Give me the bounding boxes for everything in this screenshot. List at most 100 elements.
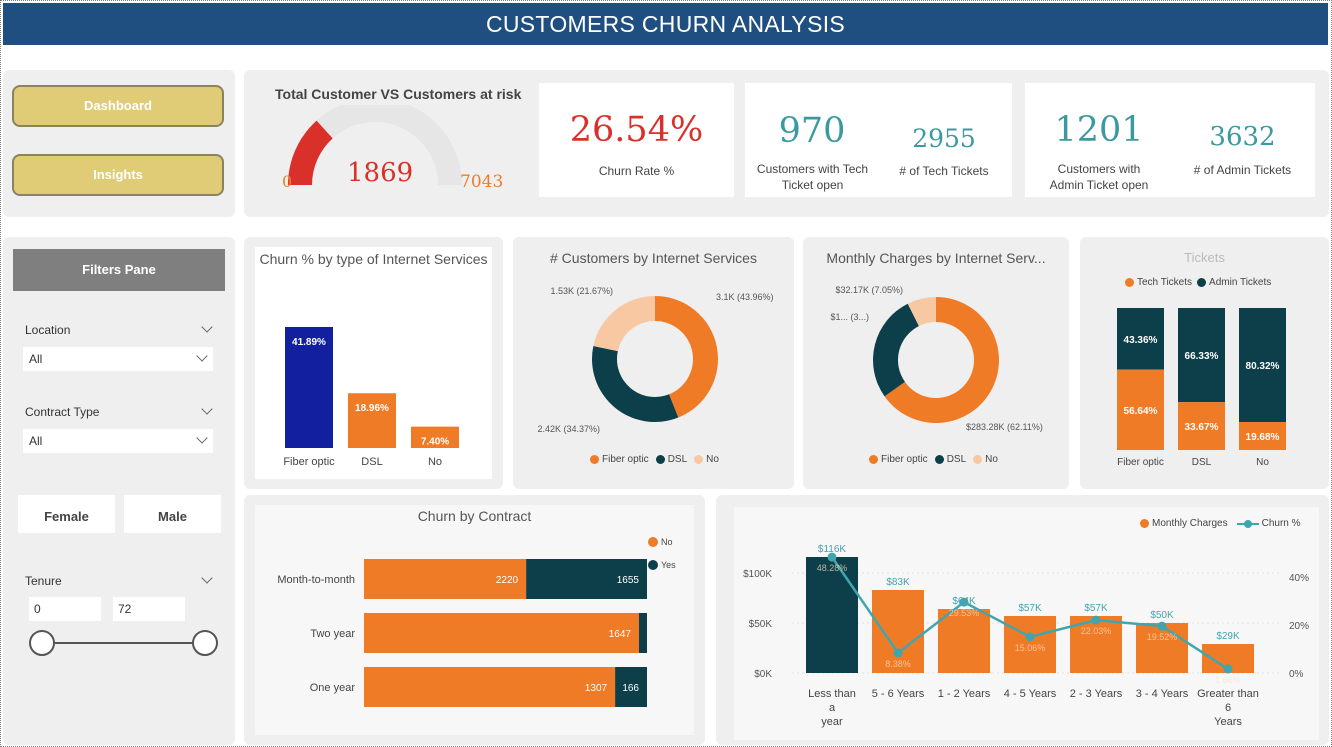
legend-fiber: Fiber optic — [602, 454, 649, 465]
legend-yes: Yes — [661, 560, 676, 570]
churn-point-0 — [827, 552, 837, 562]
tech-label-0: 56.64% — [1124, 406, 1158, 417]
admin-tickets-label: # of Admin Tickets — [1193, 163, 1292, 177]
bar-label-1: 18.96% — [355, 403, 389, 414]
charges-label-3: $57K — [1018, 603, 1042, 614]
admin-label-0: 43.36% — [1124, 335, 1158, 346]
churn-point-6 — [1223, 664, 1233, 674]
gauge-value: 1869 — [347, 158, 414, 188]
churn-internet-chart: 41.89% Fiber optic 18.96% DSL 7.40% No — [283, 326, 459, 468]
category-label-3-0: 4 - 5 Years — [1004, 688, 1057, 700]
insights-button[interactable]: Insights — [12, 154, 224, 196]
chevron-down-icon — [196, 432, 208, 444]
churn-label-3: 15.06% — [1015, 643, 1046, 653]
legend-churn: Churn % — [1261, 518, 1301, 529]
churn-label-0: 48.28% — [817, 563, 848, 573]
category-label-1: DSL — [1192, 457, 1212, 468]
category-label-2-0: 1 - 2 Years — [938, 688, 991, 700]
churn-point-3 — [1025, 632, 1035, 642]
gauge-max: 7043 — [460, 172, 504, 192]
churn-rate-value: 26.54% — [569, 110, 704, 150]
churn-point-5 — [1157, 621, 1167, 631]
tenure-label: Tenure — [25, 574, 62, 588]
y-tick-1: $50K — [749, 619, 773, 630]
charges-label-6: $29K — [1216, 631, 1240, 642]
churn-label-6: 1.66% — [1215, 675, 1241, 685]
legend-tech: Tech Tickets — [1137, 277, 1193, 288]
category-label-2: No — [428, 456, 442, 468]
legend-monthly: Monthly Charges — [1152, 518, 1228, 529]
contract-chart: No Yes 2220 1655 Month-to-month 1647 Two year 1… — [277, 537, 676, 707]
bar-label-2: 7.40% — [421, 437, 449, 448]
no-bar-1 — [364, 613, 639, 653]
male-button[interactable]: Male — [124, 495, 221, 533]
filters-panel — [3, 237, 235, 745]
legend-dot-no — [973, 455, 983, 464]
category-label-0-2: year — [821, 716, 843, 728]
legend-dsl: DSL — [946, 454, 967, 465]
tech-label-1: 33.67% — [1185, 422, 1219, 433]
category-label-2: No — [1256, 457, 1269, 468]
tech-tickets-label: # of Tech Tickets — [899, 164, 989, 178]
tenure-slider-track[interactable] — [42, 642, 205, 644]
legend-dot-dsl — [655, 455, 665, 464]
slice-1 — [873, 303, 919, 397]
legend-no: No — [661, 537, 673, 547]
legend-dot-yes — [648, 560, 658, 570]
page-title: CUSTOMERS CHURN ANALYSIS — [3, 3, 1328, 45]
tenure-slider-max-handle[interactable] — [192, 630, 218, 656]
category-label-0-1: a — [829, 702, 836, 714]
slice-label-1: $1... (3...) — [830, 312, 869, 322]
legend-dot-no — [648, 537, 658, 547]
legend-admin: Admin Tickets — [1209, 277, 1272, 288]
female-button[interactable]: Female — [18, 495, 115, 533]
churn-label-5: 19.52% — [1147, 632, 1178, 642]
location-value: All — [29, 352, 43, 366]
y-tick-2: $0K — [754, 669, 772, 680]
legend-fiber: Fiber optic — [881, 454, 928, 465]
legend-no: No — [985, 454, 998, 465]
gauge-fill — [288, 120, 334, 186]
category-label-5-0: 3 - 4 Years — [1136, 688, 1189, 700]
legend-dot-fiber — [869, 455, 878, 464]
location-label: Location — [25, 323, 71, 337]
monthly-internet-chart: $283.28K (62.11%) $1... (3...) $32.17K (7.… — [830, 285, 1042, 432]
slice-label-2: $32.17K (7.05%) — [835, 285, 903, 295]
bar-1 — [348, 393, 396, 448]
tenure-slider-min-handle[interactable] — [29, 630, 55, 656]
tech-label-2: 19.68% — [1246, 432, 1280, 443]
category-label-0: Month-to-month — [277, 574, 355, 586]
legend-dot-tech — [1125, 278, 1134, 287]
gauge-title: Total Customer VS Customers at risk — [275, 86, 522, 102]
contract-title: Churn by Contract — [417, 508, 532, 524]
charges-label-5: $50K — [1150, 610, 1174, 621]
category-label-0-0: Less than — [808, 688, 856, 700]
dashboard-button[interactable]: Dashboard — [12, 85, 224, 127]
legend-dot-monthly — [1140, 519, 1149, 528]
tenure-max-input[interactable]: 72 — [113, 597, 185, 621]
slice-label-0: 3.1K (43.96%) — [716, 292, 774, 302]
category-label-6-0: Greater than — [1197, 688, 1259, 700]
no-bar-2 — [364, 667, 616, 707]
contract-type-dropdown[interactable]: All — [23, 429, 213, 453]
charges-bar-0 — [806, 557, 858, 673]
customers-internet-chart: 3.1K (43.96%) 2.42K (34.37%) 1.53K (21.67%… — [537, 286, 774, 434]
legend-dot-dsl — [934, 455, 944, 464]
category-label-0: Fiber optic — [1117, 457, 1164, 468]
tickets-legend: Tech Tickets Admin Tickets — [1125, 277, 1271, 288]
y2-tick-1: 20% — [1289, 621, 1309, 632]
churn-label-1: 8.38% — [885, 659, 911, 669]
contract-type-label: Contract Type — [25, 405, 100, 419]
tenure-min-input[interactable]: 0 — [29, 597, 101, 621]
charges-label-4: $57K — [1084, 603, 1108, 614]
yes-label-2: 166 — [622, 683, 639, 694]
category-label-1-0: 5 - 6 Years — [872, 688, 925, 700]
admin-open-label: Customers with Admin Ticket open — [1049, 162, 1149, 192]
slice-2 — [593, 296, 655, 352]
churn-internet-title: Churn % by type of Internet Services — [259, 251, 488, 267]
no-label-2: 1307 — [585, 683, 608, 694]
legend-dsl: DSL — [667, 454, 688, 465]
location-dropdown[interactable]: All — [23, 347, 213, 371]
charges-label-1: $83K — [886, 577, 910, 588]
tickets-title: Tickets — [1184, 250, 1225, 265]
